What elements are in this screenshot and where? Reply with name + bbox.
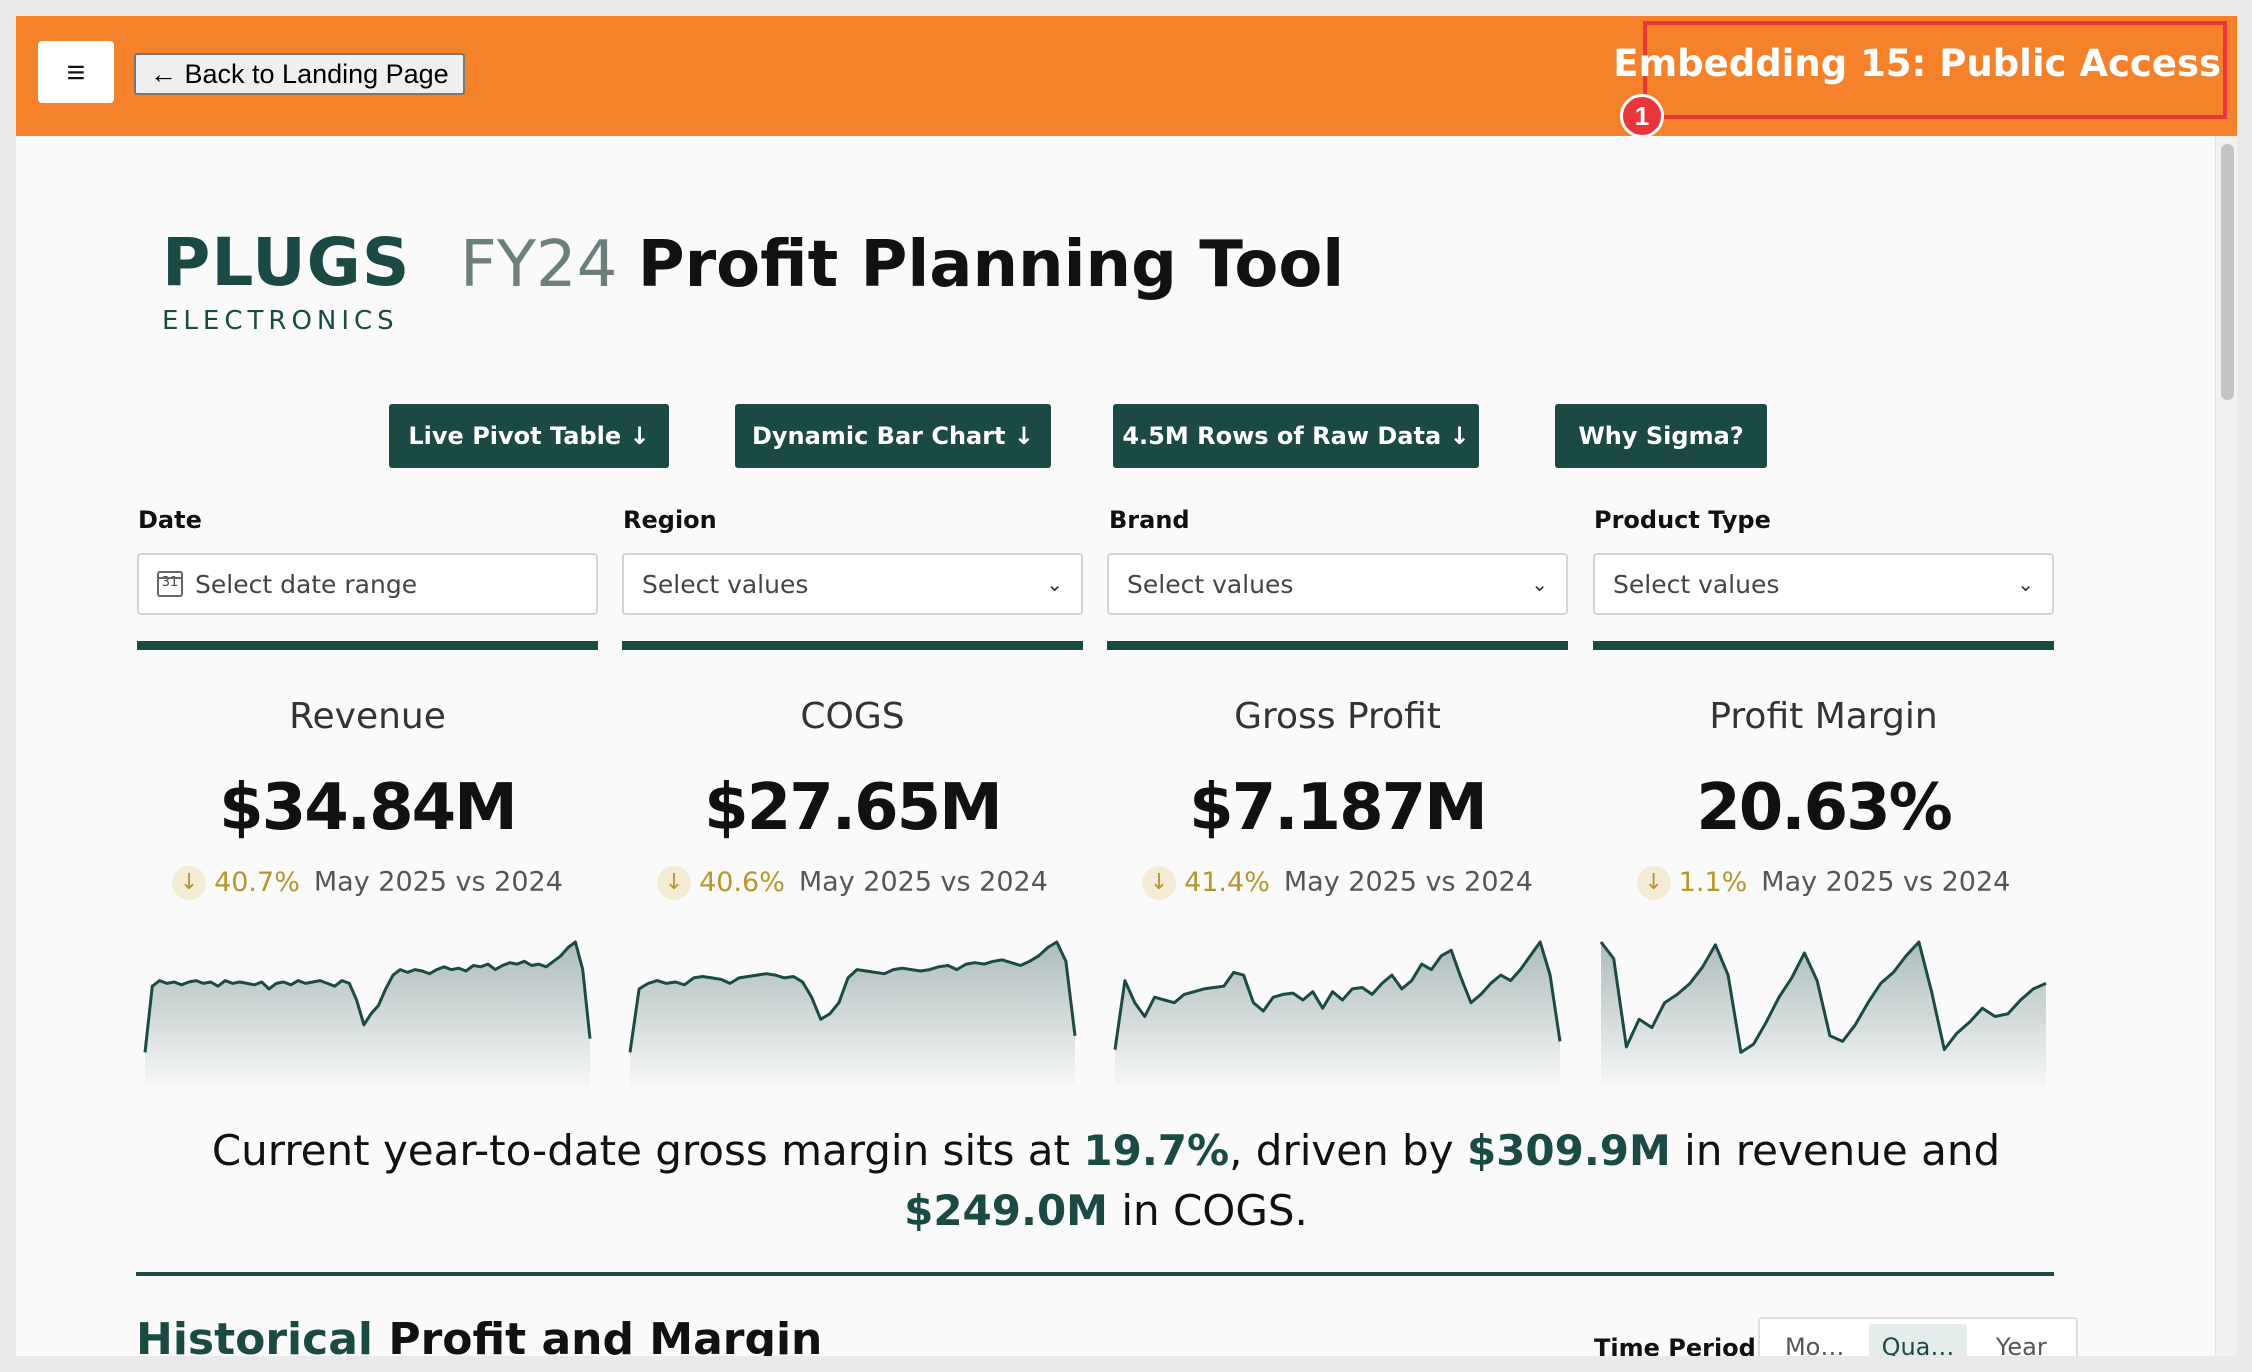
- filter-underline: [622, 641, 1083, 650]
- kpi-delta-comparison: May 2025 vs 2024: [798, 866, 1048, 898]
- filter-underline: [137, 641, 598, 650]
- time-period-month[interactable]: Mo…: [1766, 1324, 1863, 1356]
- date-range-input[interactable]: 31 Select date range: [137, 553, 598, 615]
- filter-underline: [1593, 641, 2054, 650]
- page-title-year: FY24: [460, 228, 618, 302]
- kpi-delta-comparison: May 2025 vs 2024: [1283, 866, 1533, 898]
- filter-label-region: Region: [623, 506, 717, 534]
- historical-section-title: Historical Profit and Margin: [136, 1314, 822, 1356]
- time-period-toggle: Mo… Qua… Year: [1758, 1317, 2078, 1356]
- region-placeholder: Select values: [642, 569, 809, 599]
- kpi-value: $7.187M: [1189, 771, 1488, 845]
- product-type-placeholder: Select values: [1613, 569, 1780, 599]
- kpi-label: Gross Profit: [1234, 696, 1441, 737]
- summary-text: in COGS.: [1107, 1186, 1308, 1235]
- raw-data-button[interactable]: 4.5M Rows of Raw Data ↓: [1113, 404, 1479, 468]
- filter-label-product-type: Product Type: [1594, 506, 1771, 534]
- scrollbar-thumb[interactable]: [2221, 144, 2234, 400]
- logo-subtitle: ELECTRONICS: [162, 306, 399, 336]
- time-period-year[interactable]: Year: [1973, 1324, 2070, 1356]
- kpi-delta-percent: 40.6%: [699, 866, 785, 898]
- arrow-down-icon: ↓: [657, 866, 692, 900]
- sparkline-area: [630, 942, 1075, 1086]
- region-select[interactable]: Select values ⌄: [622, 553, 1083, 615]
- menu-button[interactable]: ≡: [38, 41, 114, 103]
- summary-cogs: $249.0M: [904, 1186, 1108, 1235]
- filter-underline: [1107, 641, 1568, 650]
- kpi-value: $27.65M: [704, 771, 1003, 845]
- filter-label-date: Date: [138, 506, 202, 534]
- logo-wordmark: PLUGS: [162, 224, 411, 301]
- kpi-delta-percent: 40.7%: [214, 866, 300, 898]
- kpi-delta-comparison: May 2025 vs 2024: [313, 866, 563, 898]
- embed-title: Embedding 15: Public Access: [1613, 42, 2221, 85]
- why-sigma-button[interactable]: Why Sigma?: [1555, 404, 1767, 468]
- kpi-delta: ↓ 41.4% May 2025 vs 2024: [1107, 866, 1568, 900]
- kpi-label: Revenue: [289, 696, 446, 737]
- annotation-badge: 1: [1620, 94, 1664, 138]
- back-to-landing-button[interactable]: ← Back to Landing Page: [134, 53, 465, 95]
- arrow-down-icon: ↓: [172, 866, 207, 900]
- company-logo: PLUGS ELECTRONICS: [162, 224, 412, 336]
- page-title: FY24 Profit Planning Tool: [460, 228, 1344, 302]
- kpi-label: COGS: [800, 696, 905, 737]
- kpi-label: Profit Margin: [1709, 696, 1938, 737]
- product-type-select[interactable]: Select values ⌄: [1593, 553, 2054, 615]
- summary-text: , driven by: [1229, 1126, 1467, 1175]
- historical-title-accent: Historical: [136, 1314, 373, 1356]
- summary-margin: 19.7%: [1083, 1126, 1230, 1175]
- section-divider: [136, 1272, 2054, 1276]
- sparkline-area: [145, 942, 590, 1086]
- time-period-label: Time Period: [1594, 1334, 1756, 1356]
- summary-text: Current year-to-date gross margin sits a…: [211, 1126, 1084, 1175]
- brand-placeholder: Select values: [1127, 569, 1294, 599]
- kpi-value: $34.84M: [219, 771, 518, 845]
- top-bar: ≡ ← Back to Landing Page Embedding 15: P…: [16, 16, 2237, 138]
- live-pivot-table-button[interactable]: Live Pivot Table ↓: [389, 404, 669, 468]
- dynamic-bar-chart-button[interactable]: Dynamic Bar Chart ↓: [735, 404, 1051, 468]
- sparkline-gross-profit: [1113, 940, 1562, 1086]
- sparkline-cogs: [628, 940, 1077, 1086]
- arrow-down-icon: ↓: [1142, 866, 1177, 900]
- calendar-icon: 31: [157, 571, 183, 597]
- kpi-delta-percent: 1.1%: [1678, 866, 1748, 898]
- chevron-down-icon: ⌄: [2017, 572, 2034, 596]
- summary-text: in revenue and: [1670, 1126, 2001, 1175]
- hamburger-icon: ≡: [66, 53, 86, 90]
- scrollbar[interactable]: [2215, 136, 2237, 1356]
- sparkline-revenue: [143, 940, 592, 1086]
- sparkline-area: [1115, 942, 1560, 1086]
- dashboard-content: PLUGS ELECTRONICS FY24 Profit Planning T…: [16, 136, 2237, 1356]
- filter-label-brand: Brand: [1109, 506, 1190, 534]
- kpi-delta-percent: 41.4%: [1184, 866, 1270, 898]
- sparkline-profit-margin: [1599, 940, 2047, 1086]
- page-title-text: Profit Planning Tool: [637, 228, 1345, 302]
- summary-revenue: $309.9M: [1466, 1126, 1671, 1175]
- time-period-quarter[interactable]: Qua…: [1869, 1324, 1967, 1356]
- arrow-down-icon: ↓: [1636, 866, 1671, 900]
- brand-select[interactable]: Select values ⌄: [1107, 553, 1568, 615]
- summary-sentence: Current year-to-date gross margin sits a…: [136, 1121, 2076, 1241]
- chevron-down-icon: ⌄: [1046, 572, 1063, 596]
- kpi-delta-comparison: May 2025 vs 2024: [1761, 866, 2011, 898]
- kpi-delta: ↓ 40.6% May 2025 vs 2024: [622, 866, 1083, 900]
- kpi-value: 20.63%: [1696, 771, 1953, 845]
- date-range-placeholder: Select date range: [195, 569, 418, 599]
- kpi-delta: ↓ 1.1% May 2025 vs 2024: [1593, 866, 2054, 900]
- historical-title-rest: Profit and Margin: [373, 1314, 823, 1356]
- chevron-down-icon: ⌄: [1531, 572, 1548, 596]
- kpi-delta: ↓ 40.7% May 2025 vs 2024: [137, 866, 598, 900]
